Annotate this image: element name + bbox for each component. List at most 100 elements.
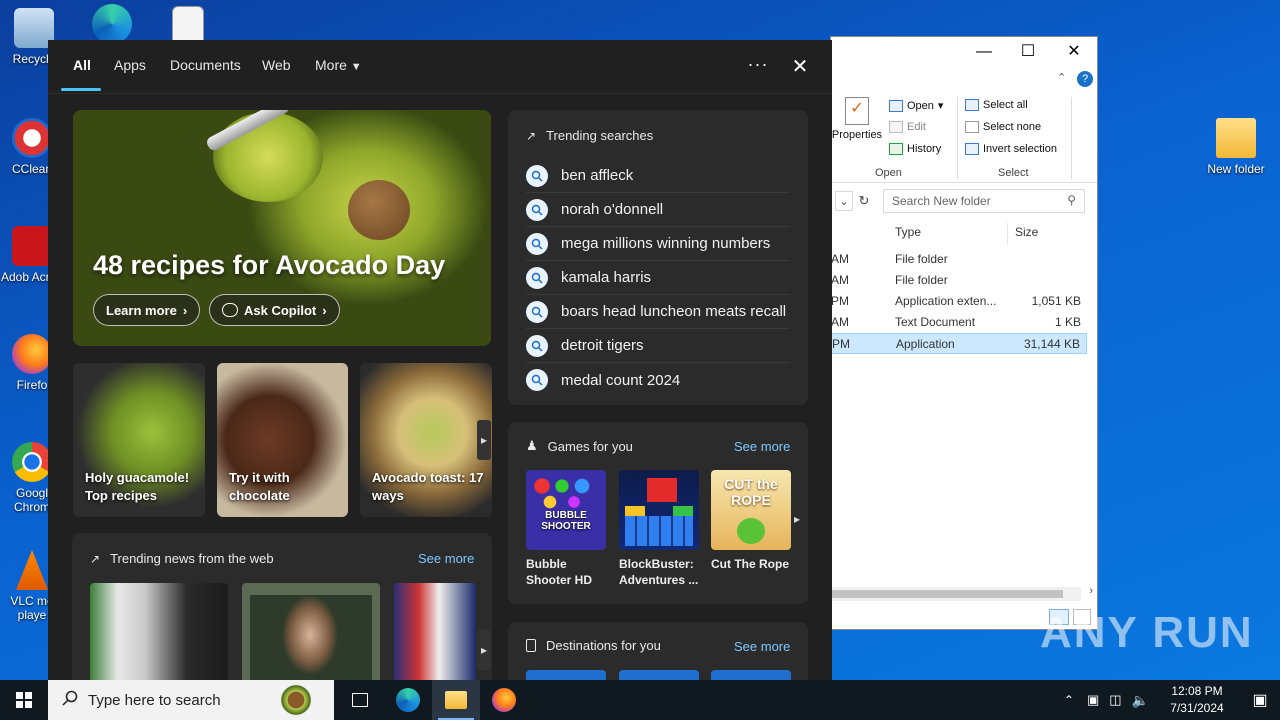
game-thumbnail: CUT the ROPE xyxy=(711,470,791,550)
game-tile[interactable]: BlockBuster: Adventures ... xyxy=(619,470,699,588)
network-icon[interactable]: ◫ xyxy=(1104,692,1126,708)
taskbar-clock[interactable]: 12:08 PM 7/31/2024 xyxy=(1162,683,1232,717)
history-button[interactable]: History xyxy=(889,143,941,155)
trending-search-item[interactable]: detroit tigers xyxy=(526,329,790,363)
trending-arrow-icon: ↗ xyxy=(526,128,537,143)
file-list-header: Type Size xyxy=(831,223,1097,245)
explorer-titlebar[interactable]: — ☐ ✕ xyxy=(831,37,1097,67)
tab-all[interactable]: All xyxy=(73,57,91,73)
game-tile[interactable]: CUT the ROPE Cut The Rope xyxy=(711,470,791,572)
ask-copilot-button[interactable]: Ask Copilot › xyxy=(209,294,340,326)
column-header-type[interactable]: Type xyxy=(895,225,921,239)
task-view-button[interactable] xyxy=(336,680,384,720)
destination-tile[interactable] xyxy=(711,670,791,680)
open-button[interactable]: Open ▾ xyxy=(889,99,943,112)
tab-apps[interactable]: Apps xyxy=(114,57,146,73)
anyrun-watermark: ANY RUN xyxy=(1040,608,1254,657)
learn-more-button[interactable]: Learn more › xyxy=(93,294,201,326)
scroll-right-icon[interactable]: › xyxy=(1089,585,1093,597)
refresh-icon[interactable]: ↻ xyxy=(855,191,873,211)
news-see-more-link[interactable]: See more xyxy=(418,551,474,566)
hero-card[interactable]: 48 recipes for Avocado Day Learn more › … xyxy=(73,110,491,346)
news-image xyxy=(250,595,372,680)
taskbar-search-box[interactable]: Type here to search xyxy=(48,680,334,720)
tab-web[interactable]: Web xyxy=(262,57,291,73)
trending-search-item[interactable]: boars head luncheon meats recall xyxy=(526,295,790,329)
explorer-ribbon: ✓ Properties Open ▾ Edit History Select a… xyxy=(831,93,1097,183)
trending-search-item[interactable]: norah o'donnell xyxy=(526,193,790,227)
trending-news-title: Trending news from the web xyxy=(110,551,274,566)
trending-search-label: norah o'donnell xyxy=(561,201,664,218)
trending-search-label: boars head luncheon meats recall xyxy=(561,303,787,320)
tab-more[interactable]: More ▼ xyxy=(315,57,362,73)
maximize-button[interactable]: ☐ xyxy=(1013,41,1043,63)
ribbon-group-select-label: Select xyxy=(998,167,1029,179)
notifications-icon[interactable]: ▣ xyxy=(1240,690,1280,710)
horizontal-scrollbar[interactable]: › xyxy=(831,585,1093,601)
address-dropdown-icon[interactable]: ⌄ xyxy=(835,191,853,211)
cards-next-arrow-icon[interactable]: ▸ xyxy=(477,420,491,460)
show-hidden-icons-icon[interactable]: ⌃ xyxy=(1056,693,1082,707)
volume-icon[interactable]: 🔈 xyxy=(1127,692,1154,709)
firefox-icon xyxy=(12,334,52,374)
game-tile[interactable]: BUBBLE SHOOTER Bubble Shooter HD xyxy=(526,470,606,588)
news-thumbnail[interactable] xyxy=(90,583,228,680)
recipe-card[interactable]: Try it with chocolate xyxy=(217,363,348,517)
recipe-card[interactable]: Avocado toast: 17 ways xyxy=(360,363,492,517)
game-thumbnail xyxy=(619,470,699,550)
desktop-icon-new-folder[interactable]: New folder xyxy=(1204,118,1268,176)
file-row-selected[interactable]: PM Application 31,144 KB xyxy=(831,333,1087,354)
file-row[interactable]: AM File folder xyxy=(831,270,1087,291)
edit-button[interactable]: Edit xyxy=(889,121,926,133)
taskbar-file-explorer-button[interactable] xyxy=(432,680,480,720)
windows-logo-icon xyxy=(16,692,32,708)
scrollbar-thumb[interactable] xyxy=(831,590,1063,598)
tab-documents[interactable]: Documents xyxy=(170,57,241,73)
news-next-arrow-icon[interactable]: ▸ xyxy=(477,630,491,670)
start-button[interactable] xyxy=(0,680,48,720)
news-thumbnail[interactable] xyxy=(394,583,476,680)
games-see-more-link[interactable]: See more xyxy=(734,439,790,454)
trending-search-item[interactable]: kamala harris xyxy=(526,261,790,295)
select-none-icon xyxy=(965,121,979,133)
explorer-search-placeholder: Search New folder xyxy=(892,194,991,208)
luggage-icon xyxy=(526,639,536,652)
collapse-ribbon-icon[interactable]: ⌃ xyxy=(1057,71,1066,84)
games-next-arrow-icon[interactable]: ▸ xyxy=(794,512,800,526)
help-icon[interactable]: ? xyxy=(1077,71,1093,87)
file-row[interactable]: AM Text Document 1 KB xyxy=(831,312,1087,333)
recipe-card[interactable]: Holy guacamole! Top recipes xyxy=(73,363,205,517)
taskbar-edge-button[interactable] xyxy=(384,680,432,720)
game-thumbnail-text: BUBBLE SHOOTER xyxy=(541,510,591,532)
chevron-right-icon: › xyxy=(322,302,327,318)
close-icon[interactable]: ✕ xyxy=(786,54,814,78)
minimize-button[interactable]: — xyxy=(969,41,999,63)
om-nom-image xyxy=(737,518,765,544)
file-row[interactable]: PM Application exten... 1,051 KB xyxy=(831,291,1087,312)
chevron-right-icon: › xyxy=(182,302,188,318)
file-row[interactable]: AM File folder xyxy=(831,249,1087,270)
taskbar-firefox-button[interactable] xyxy=(480,680,528,720)
destination-tile[interactable] xyxy=(619,670,699,680)
destination-tile[interactable] xyxy=(526,670,606,680)
network-status-icon[interactable]: ▣ xyxy=(1082,692,1104,708)
windows-search-panel: All Apps Documents Web More ▼ ··· ✕ 48 r… xyxy=(48,40,832,680)
edit-icon xyxy=(889,121,903,133)
chrome-icon xyxy=(12,442,52,482)
trending-search-item[interactable]: ben affleck xyxy=(526,159,790,193)
column-header-size[interactable]: Size xyxy=(1015,225,1038,239)
select-all-button[interactable]: Select all xyxy=(965,99,1028,111)
trending-search-item[interactable]: medal count 2024 xyxy=(526,363,790,397)
more-options-icon[interactable]: ··· xyxy=(744,54,772,78)
trending-search-item[interactable]: mega millions winning numbers xyxy=(526,227,790,261)
file-size: 31,144 KB xyxy=(1023,337,1080,351)
properties-button[interactable]: ✓ Properties xyxy=(831,97,883,141)
explorer-search-input[interactable]: Search New folder ⚲ xyxy=(883,189,1085,213)
chevron-down-icon: ▼ xyxy=(350,61,362,73)
destinations-see-more-link[interactable]: See more xyxy=(734,639,790,654)
close-button[interactable]: ✕ xyxy=(1059,41,1089,63)
select-none-button[interactable]: Select none xyxy=(965,121,1041,133)
file-explorer-window[interactable]: — ☐ ✕ ⌃ ? ✓ Properties Open ▾ Edit Histor… xyxy=(830,36,1098,630)
invert-selection-button[interactable]: Invert selection xyxy=(965,143,1057,155)
news-thumbnail[interactable] xyxy=(242,583,380,680)
